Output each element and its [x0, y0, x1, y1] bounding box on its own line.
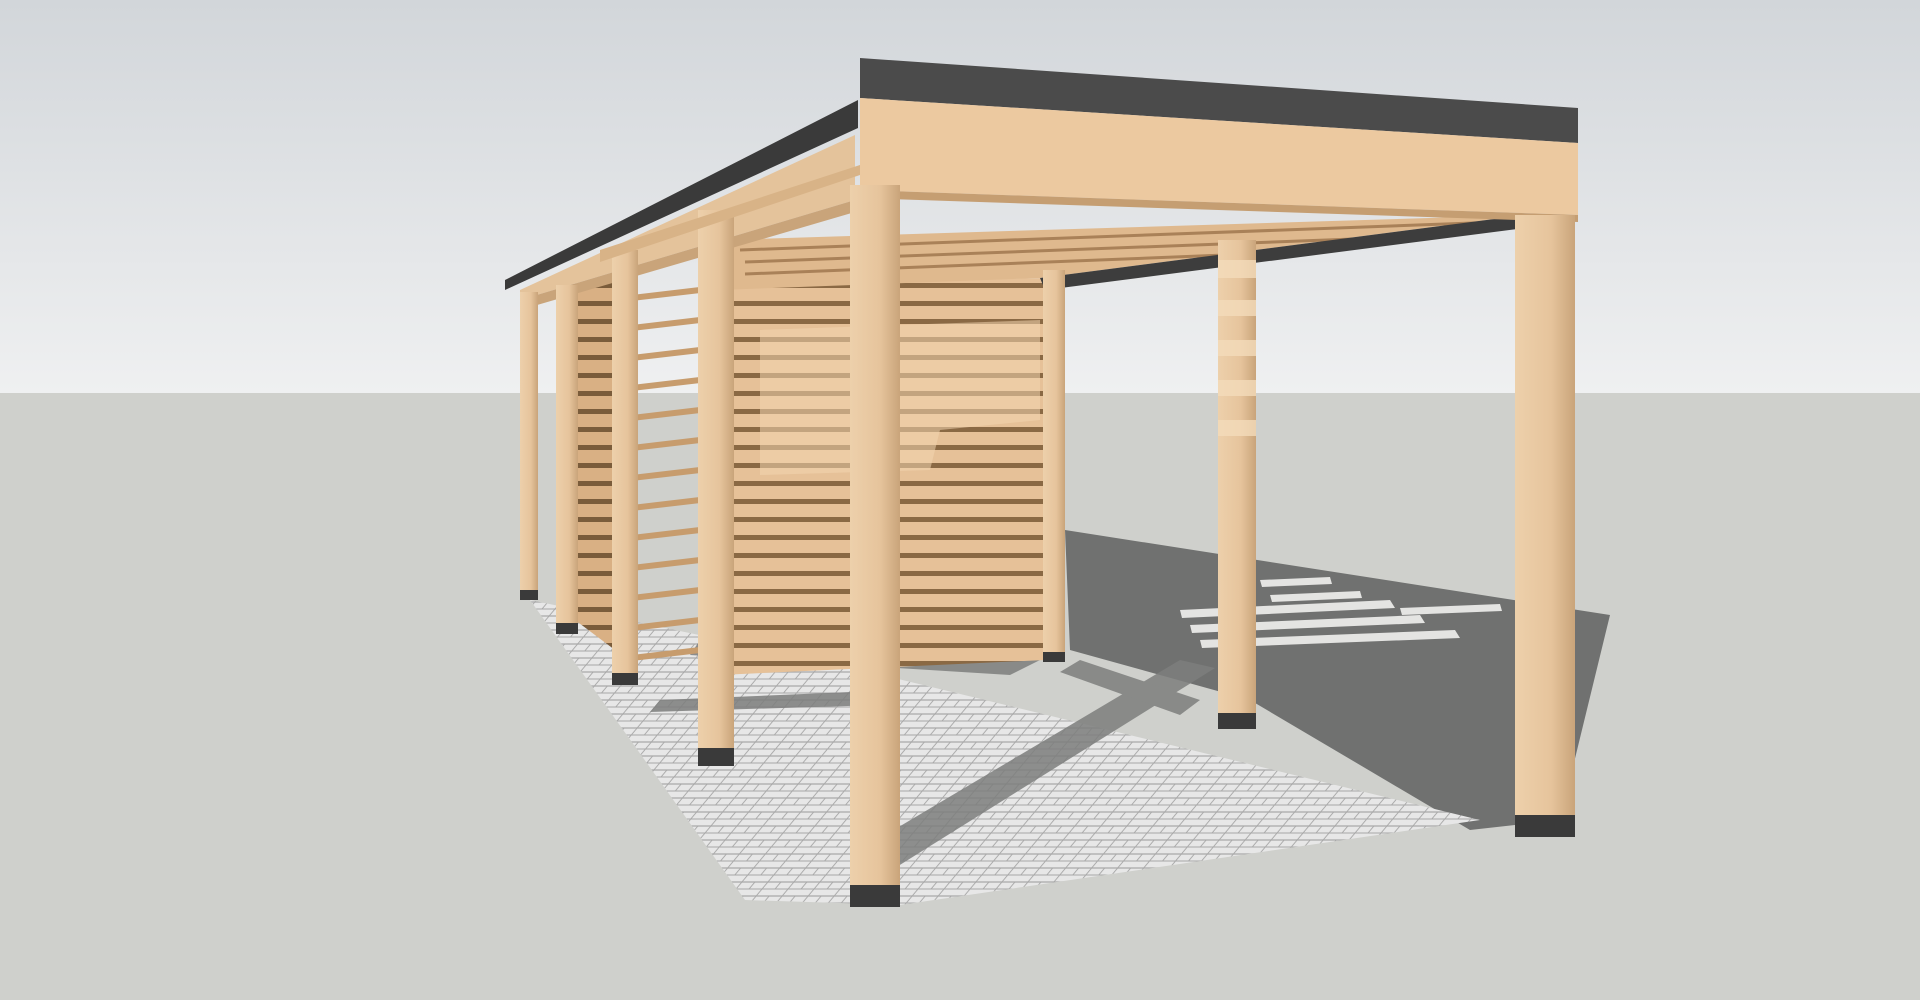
post-mid-left	[612, 250, 638, 675]
post-front-left	[850, 185, 900, 885]
post-far-2	[556, 285, 578, 625]
post-far-1	[520, 292, 538, 592]
left-slat-wall	[575, 280, 615, 650]
carport-scene	[0, 0, 1920, 1000]
post-left-2	[698, 210, 734, 750]
post-front-right	[1515, 215, 1575, 815]
post-rear-corner	[1043, 270, 1065, 655]
